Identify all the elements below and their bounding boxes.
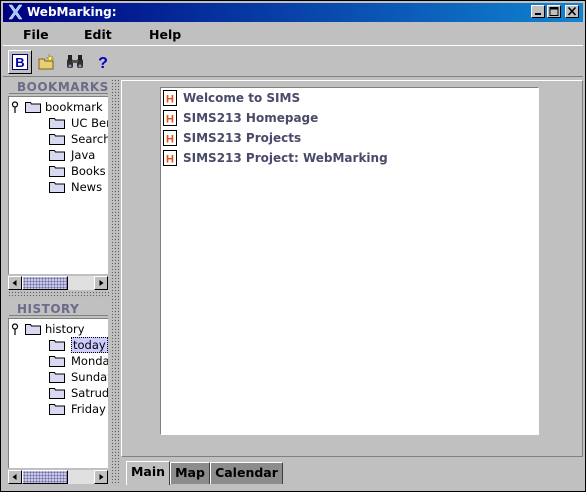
help-question-icon: ? bbox=[98, 55, 108, 71]
scroll-left-button[interactable] bbox=[8, 276, 22, 290]
bookmarks-tree[interactable]: bookmark UC Berkeley Search Java Books N… bbox=[8, 96, 108, 274]
binoculars-icon bbox=[67, 55, 83, 68]
arrow-left-icon bbox=[12, 474, 17, 480]
folder-icon bbox=[49, 134, 65, 145]
svg-text:H: H bbox=[166, 114, 174, 126]
history-folder-label: Monday bbox=[71, 354, 108, 368]
tree-expand-pin-icon bbox=[11, 101, 19, 113]
tab-map[interactable]: Map bbox=[170, 462, 210, 484]
history-folder-label: Sunday bbox=[71, 370, 108, 384]
folder-icon bbox=[49, 356, 65, 367]
history-folder-label: today bbox=[71, 337, 108, 353]
scroll-left-button[interactable] bbox=[8, 470, 22, 484]
folder-icon bbox=[49, 118, 65, 129]
arrow-right-icon bbox=[99, 280, 104, 286]
menu-edit[interactable]: Edit bbox=[84, 27, 112, 42]
folder-icon bbox=[49, 340, 65, 351]
html-page-icon: H bbox=[163, 90, 177, 106]
links-list[interactable]: H Welcome to SIMS H SIMS213 Homepage H S… bbox=[160, 87, 539, 435]
folder-icon bbox=[49, 404, 65, 415]
bookmark-folder-label: UC Berkeley bbox=[71, 116, 108, 130]
tab-main[interactable]: Main bbox=[126, 461, 170, 485]
scroll-right-button[interactable] bbox=[94, 276, 108, 290]
app-window: WebMarking: File Edit Help B ? BOOKMARKS… bbox=[0, 0, 586, 492]
history-root-label: history bbox=[45, 322, 85, 336]
title-bar[interactable]: WebMarking: bbox=[3, 3, 583, 22]
folder-icon bbox=[25, 324, 41, 335]
arrow-right-icon bbox=[99, 474, 104, 480]
new-folder-button[interactable] bbox=[35, 50, 59, 74]
menu-help[interactable]: Help bbox=[149, 27, 181, 42]
minimize-button[interactable] bbox=[531, 5, 545, 18]
svg-text:H: H bbox=[166, 94, 174, 106]
tree-expand-pin-icon bbox=[11, 323, 19, 335]
bookmark-b-letter: B bbox=[15, 55, 24, 70]
history-folder-label: Friday bbox=[71, 402, 106, 416]
bookmark-button[interactable]: B bbox=[8, 50, 32, 74]
link-text: Welcome to SIMS bbox=[183, 91, 301, 105]
folder-icon bbox=[49, 150, 65, 161]
app-x-icon bbox=[8, 4, 23, 20]
tab-calendar[interactable]: Calendar bbox=[210, 462, 283, 484]
maximize-icon bbox=[549, 7, 559, 16]
bookmark-folder-label: Books bbox=[71, 164, 106, 178]
scroll-thumb[interactable] bbox=[22, 276, 68, 290]
folder-icon bbox=[49, 166, 65, 177]
bookmark-b-icon: B bbox=[12, 54, 28, 70]
link-text: SIMS213 Project: WebMarking bbox=[183, 151, 388, 165]
help-glyph: ? bbox=[98, 55, 108, 71]
find-button[interactable] bbox=[63, 50, 87, 74]
scroll-thumb[interactable] bbox=[22, 470, 68, 484]
new-folder-icon bbox=[38, 53, 55, 70]
history-horizontal-scrollbar[interactable] bbox=[8, 470, 108, 484]
menu-bar: File Edit Help bbox=[3, 24, 583, 44]
panel-splitter-vertical[interactable] bbox=[111, 79, 119, 485]
bookmark-folder-label: Java bbox=[71, 148, 96, 162]
folder-icon bbox=[49, 372, 65, 383]
bookmarks-header: BOOKMARKS bbox=[9, 80, 108, 94]
scroll-track[interactable] bbox=[68, 276, 94, 290]
arrow-left-icon bbox=[12, 280, 17, 286]
html-page-icon: H bbox=[163, 130, 177, 146]
panel-splitter-horizontal[interactable] bbox=[8, 291, 110, 298]
history-header: HISTORY bbox=[9, 302, 108, 316]
toolbar: B ? bbox=[3, 45, 583, 77]
menu-file[interactable]: File bbox=[23, 27, 49, 42]
bookmark-folder-label: Search bbox=[71, 132, 108, 146]
link-text: SIMS213 Projects bbox=[183, 131, 302, 145]
html-page-icon: H bbox=[163, 110, 177, 126]
history-folder-label: Satruday bbox=[71, 386, 108, 400]
scroll-right-button[interactable] bbox=[94, 470, 108, 484]
maximize-button[interactable] bbox=[547, 5, 561, 18]
folder-icon bbox=[25, 102, 41, 113]
close-icon bbox=[567, 7, 577, 16]
minimize-icon bbox=[535, 13, 541, 15]
bookmark-folder-label: News bbox=[71, 180, 103, 194]
help-button[interactable]: ? bbox=[91, 50, 115, 74]
history-tree[interactable]: history today Monday Sunday Satruday Fri… bbox=[8, 318, 108, 468]
svg-text:H: H bbox=[166, 134, 174, 146]
bookmarks-horizontal-scrollbar[interactable] bbox=[8, 276, 108, 290]
folder-icon bbox=[49, 388, 65, 399]
close-button[interactable] bbox=[565, 5, 579, 18]
scroll-track[interactable] bbox=[68, 470, 94, 484]
html-page-icon: H bbox=[163, 150, 177, 166]
folder-icon bbox=[49, 182, 65, 193]
link-text: SIMS213 Homepage bbox=[183, 111, 319, 125]
svg-text:H: H bbox=[166, 154, 174, 166]
window-title: WebMarking: bbox=[27, 5, 117, 19]
bookmarks-root-label: bookmark bbox=[45, 100, 103, 114]
